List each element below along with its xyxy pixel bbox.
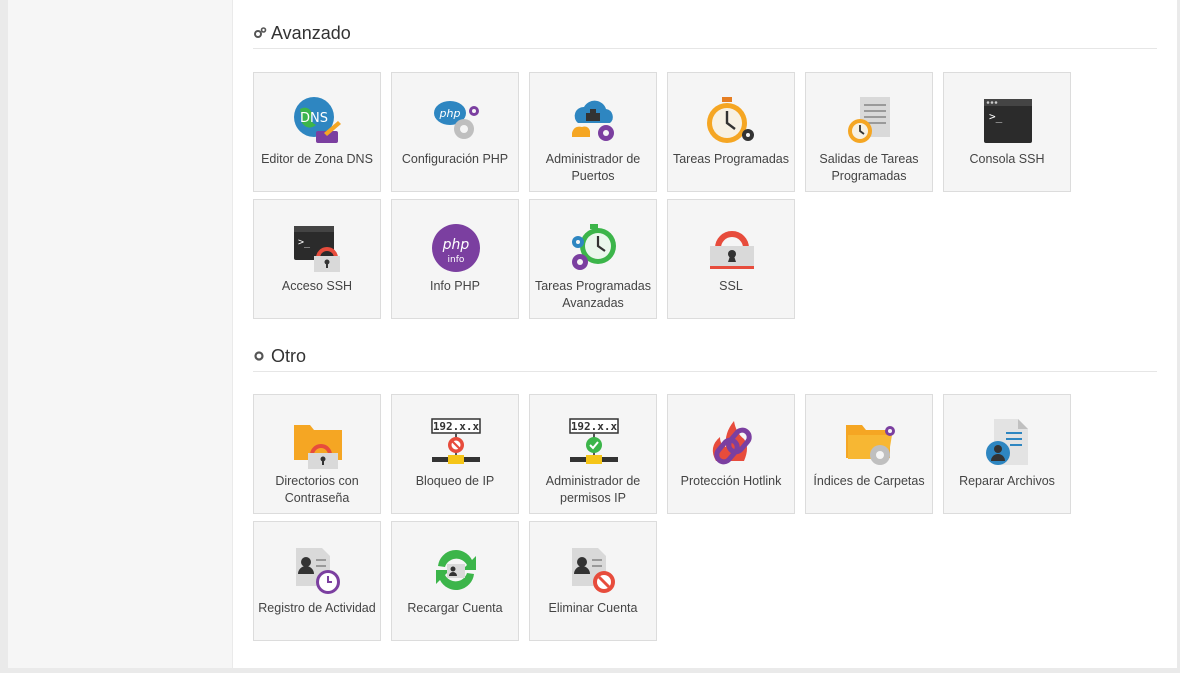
tile-delete-account[interactable]: Eliminar Cuenta xyxy=(529,521,657,641)
advanced-cron-icon xyxy=(568,222,620,274)
tile-label: Tareas Programadas xyxy=(672,152,790,166)
tile-reload-account[interactable]: Recargar Cuenta xyxy=(391,521,519,641)
tile-port-manager[interactable]: Administrador de Puertos xyxy=(529,72,657,192)
tile-ssl[interactable]: SSL xyxy=(667,199,795,319)
svg-text:>_: >_ xyxy=(989,110,1003,123)
tile-label: Configuración PHP xyxy=(401,152,509,166)
svg-text:info: info xyxy=(448,255,465,265)
tile-label: Bloqueo de IP xyxy=(415,474,495,488)
reload-account-icon xyxy=(430,544,482,596)
tile-label: Tareas Programadas Avanzadas xyxy=(534,279,652,310)
tile-php-config[interactable]: php Configuración PHP xyxy=(391,72,519,192)
gear-icon xyxy=(253,349,267,363)
tile-repair-files[interactable]: Reparar Archivos xyxy=(943,394,1071,514)
tile-scheduled-tasks[interactable]: Tareas Programadas xyxy=(667,72,795,192)
tile-label: Acceso SSH xyxy=(281,279,353,293)
section-title: Otro xyxy=(271,345,307,366)
ip-block-icon: 192.x.x xyxy=(430,417,482,469)
tile-label: Info PHP xyxy=(429,279,481,293)
tile-advanced-scheduled-tasks[interactable]: Tareas Programadas Avanzadas xyxy=(529,199,657,319)
tile-label: Eliminar Cuenta xyxy=(548,601,638,615)
terminal-lock-icon: >_ xyxy=(292,222,344,274)
tile-folder-indexes[interactable]: Índices de Carpetas xyxy=(805,394,933,514)
tile-label: SSL xyxy=(719,279,743,293)
php-info-icon: php info xyxy=(430,222,482,274)
terminal-icon: >_ xyxy=(982,95,1034,147)
ip-text: 192.x.x xyxy=(433,420,480,433)
tile-label: Editor de Zona DNS xyxy=(261,152,373,166)
tile-hotlink-protection[interactable]: Protección Hotlink xyxy=(667,394,795,514)
stopwatch-gear-icon xyxy=(706,95,758,147)
svg-text:php: php xyxy=(442,237,470,253)
tile-password-directories[interactable]: Directorios con Contraseña xyxy=(253,394,381,514)
ip-allow-icon: 192.x.x xyxy=(568,417,620,469)
port-cloud-icon xyxy=(568,95,620,147)
dns-globe-icon: DNS xyxy=(292,95,344,147)
ssl-lock-icon xyxy=(706,222,758,274)
tile-dns-zone-editor[interactable]: DNS Editor de Zona DNS xyxy=(253,72,381,192)
tile-ip-permissions[interactable]: 192.x.x Administrador de permisos IP xyxy=(529,394,657,514)
svg-text:DNS: DNS xyxy=(300,111,328,126)
tile-label: Directorios con Contraseña xyxy=(275,474,359,505)
gears-icon xyxy=(253,26,267,40)
tile-activity-log[interactable]: Registro de Actividad xyxy=(253,521,381,641)
activity-log-icon xyxy=(292,544,344,596)
tile-ssh-access[interactable]: >_ Acceso SSH xyxy=(253,199,381,319)
svg-text:>_: >_ xyxy=(298,237,311,248)
hotlink-chain-icon xyxy=(706,417,758,469)
svg-text:php: php xyxy=(439,107,461,120)
php-config-icon: php xyxy=(430,95,482,147)
delete-account-icon xyxy=(568,544,620,596)
tile-label: Administrador de Puertos xyxy=(545,152,641,183)
task-output-icon xyxy=(844,95,896,147)
page: Avanzado DNS Editor de Zona DNS php Conf… xyxy=(0,0,1180,673)
section-header-otro: Otro xyxy=(253,345,1157,372)
tile-ssh-console[interactable]: >_ Consola SSH xyxy=(943,72,1071,192)
tile-label: Índices de Carpetas xyxy=(813,474,925,488)
tile-label: Reparar Archivos xyxy=(959,474,1055,488)
tile-label: Administrador de permisos IP xyxy=(545,474,641,505)
tile-label: Registro de Actividad xyxy=(258,601,376,615)
folder-lock-icon xyxy=(292,417,344,469)
folder-gear-icon xyxy=(844,417,896,469)
tile-label: Recargar Cuenta xyxy=(407,601,503,615)
section-title: Avanzado xyxy=(271,22,351,43)
tile-php-info[interactable]: php info Info PHP xyxy=(391,199,519,319)
tile-ip-block[interactable]: 192.x.x Bloqueo de IP xyxy=(391,394,519,514)
tile-scheduled-task-outputs[interactable]: Salidas de Tareas Programadas xyxy=(805,72,933,192)
tile-label: Protección Hotlink xyxy=(680,474,782,488)
tile-label: Consola SSH xyxy=(969,152,1045,166)
ip-text: 192.x.x xyxy=(571,420,618,433)
sidebar xyxy=(8,0,232,668)
tile-label: Salidas de Tareas Programadas xyxy=(819,152,919,183)
section-header-avanzado: Avanzado xyxy=(253,22,1157,49)
main-content: Avanzado DNS Editor de Zona DNS php Conf… xyxy=(233,0,1177,668)
file-user-icon xyxy=(982,417,1034,469)
